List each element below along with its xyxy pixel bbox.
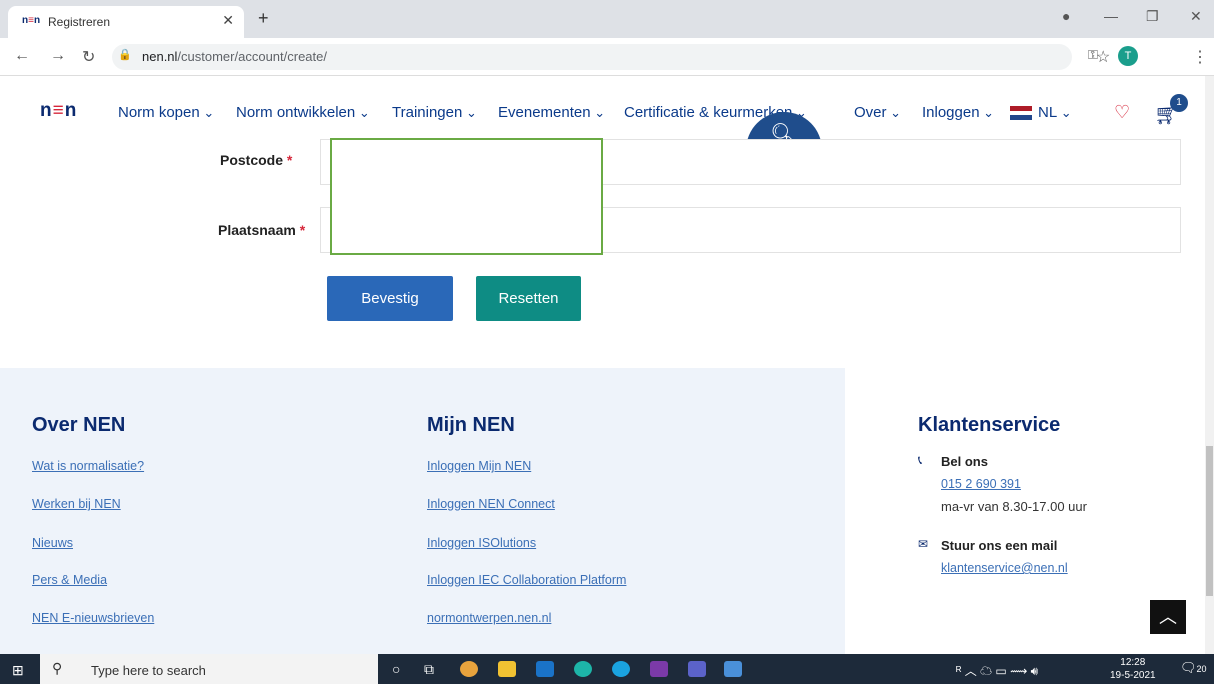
onenote-icon[interactable] — [650, 661, 668, 677]
bel-ons-label: Bel ons — [941, 454, 988, 469]
profile-avatar[interactable]: T — [1118, 46, 1138, 66]
browser-tab[interactable]: n≡n Registreren ✕ — [8, 6, 244, 38]
clock-date: 19-5-2021 — [1110, 670, 1156, 681]
minimize-button[interactable]: — — [1104, 8, 1118, 24]
close-tab-icon[interactable]: ✕ — [222, 12, 234, 29]
email-link[interactable]: klantenservice@nen.nl — [941, 561, 1068, 575]
account-circle-icon[interactable]: ● — [1062, 8, 1070, 24]
browser-tab-bar: n≡n Registreren ✕ + ● — ❐ ✕ — [0, 0, 1214, 38]
notification-count: 20 — [1196, 664, 1207, 674]
taskbar-search-placeholder: Type here to search — [91, 663, 206, 678]
heart-wishlist-icon[interactable]: ♡ — [1114, 102, 1130, 123]
skype-icon[interactable] — [612, 661, 630, 677]
footer-link[interactable]: Inloggen Mijn NEN — [427, 459, 531, 473]
cart-count-badge: 1 — [1170, 94, 1188, 112]
mail-label: Stuur ons een mail — [941, 538, 1058, 553]
app-window-icon[interactable] — [724, 661, 742, 677]
search-icon: ⚲ — [52, 660, 63, 676]
language-selector[interactable]: NL — [1038, 104, 1072, 121]
footer-link[interactable]: NEN E-nieuwsbrieven — [32, 611, 154, 625]
back-to-top-button[interactable]: ︿ — [1150, 600, 1186, 634]
nen-favicon-icon: n≡n — [22, 15, 41, 26]
nav-evenementen[interactable]: Evenementen — [498, 104, 605, 121]
footer-heading-mijn-nen: Mijn NEN — [427, 414, 515, 436]
taskbar-clock[interactable]: 12:28 19-5-2021 — [1110, 656, 1156, 682]
edge-icon[interactable] — [574, 661, 592, 677]
plaatsnaam-label-text: Plaatsnaam — [218, 222, 296, 238]
opening-hours: ma-vr van 8.30-17.00 uur — [941, 499, 1087, 514]
url-input[interactable]: 🔒 nen.nl/customer/account/create/ — [112, 44, 1072, 70]
menu-dots-icon[interactable]: ⋮ — [1192, 47, 1208, 67]
address-bar-row: ← → ↻ 🔒 nen.nl/customer/account/create/ … — [0, 38, 1214, 76]
forward-arrow-icon[interactable]: → — [50, 47, 66, 65]
lock-icon: 🔒 — [118, 49, 132, 61]
url-domain: nen.nl — [142, 49, 178, 64]
postcode-label-text: Postcode — [220, 152, 284, 168]
footer-link[interactable]: Wat is normalisatie? — [32, 459, 144, 473]
footer-link[interactable]: Inloggen ISOlutions — [427, 536, 536, 550]
nen-logo[interactable]: n≡n — [40, 100, 77, 122]
new-tab-button[interactable]: + — [258, 8, 269, 29]
resetten-button[interactable]: Resetten — [476, 276, 581, 321]
taskbar-search-box[interactable]: ⚲ Type here to search — [40, 654, 378, 684]
footer-link[interactable]: Werken bij NEN — [32, 497, 121, 511]
windows-start-icon[interactable]: ⊞ — [12, 662, 24, 679]
close-window-button[interactable]: ✕ — [1190, 8, 1202, 25]
url-text: nen.nl/customer/account/create/ — [142, 49, 327, 64]
system-tray-icons[interactable]: ᴿ ︿ ☁ ▭ ⟿ 🔊︎ — [956, 662, 1038, 679]
required-mark: * — [299, 222, 306, 238]
tab-title: Registreren — [48, 15, 111, 29]
highlight-box — [330, 138, 603, 255]
footer-link[interactable]: Pers & Media — [32, 573, 107, 587]
mail-icon: ✉ — [918, 537, 929, 551]
clock-time: 12:28 — [1120, 657, 1146, 668]
restore-button[interactable]: ❐ — [1146, 8, 1159, 25]
nav-over[interactable]: Over — [854, 104, 901, 121]
reload-icon[interactable]: ↻ — [82, 47, 95, 67]
nav-norm-kopen[interactable]: Norm kopen — [118, 104, 214, 121]
scrollbar-thumb[interactable] — [1206, 446, 1213, 596]
outlook-icon[interactable] — [536, 661, 554, 677]
footer-link[interactable]: Inloggen IEC Collaboration Platform — [427, 573, 626, 587]
footer-link[interactable]: Inloggen NEN Connect — [427, 497, 555, 511]
plaatsnaam-label: Plaatsnaam * — [218, 222, 305, 238]
footer-link[interactable]: normontwerpen.nen.nl — [427, 611, 551, 625]
footer-link[interactable]: Nieuws — [32, 536, 73, 550]
task-view-icon[interactable]: ⧉ — [424, 661, 442, 677]
nav-norm-ontwikkelen[interactable]: Norm ontwikkelen — [236, 104, 370, 121]
notification-center-icon[interactable]: 🗨︎20 — [1180, 660, 1207, 676]
nav-inloggen[interactable]: Inloggen — [922, 104, 994, 121]
footer-heading-over-nen: Over NEN — [32, 414, 126, 436]
url-path: /customer/account/create/ — [177, 49, 327, 64]
file-explorer-icon[interactable] — [498, 661, 516, 677]
bevestig-button[interactable]: Bevestig — [327, 276, 453, 321]
footer-heading-klantenservice: Klantenservice — [918, 414, 1061, 436]
required-mark: * — [286, 152, 293, 168]
netherlands-flag-icon — [1010, 106, 1032, 120]
back-arrow-icon[interactable]: ← — [14, 47, 30, 65]
postcode-label: Postcode * — [220, 152, 292, 168]
phone-link[interactable]: 015 2 690 391 — [941, 477, 1021, 491]
nav-trainingen[interactable]: Trainingen — [392, 104, 477, 121]
star-bookmark-icon[interactable]: ☆ — [1096, 47, 1110, 67]
chrome-icon[interactable] — [460, 661, 478, 677]
teams-icon[interactable] — [688, 661, 706, 677]
phone-icon: 📞︎ — [918, 453, 923, 467]
windows-taskbar: ⊞ ⚲ Type here to search ○ ⧉ ᴿ ︿ ☁ ▭ ⟿ 🔊︎… — [0, 654, 1214, 684]
cortana-icon[interactable]: ○ — [392, 661, 410, 677]
